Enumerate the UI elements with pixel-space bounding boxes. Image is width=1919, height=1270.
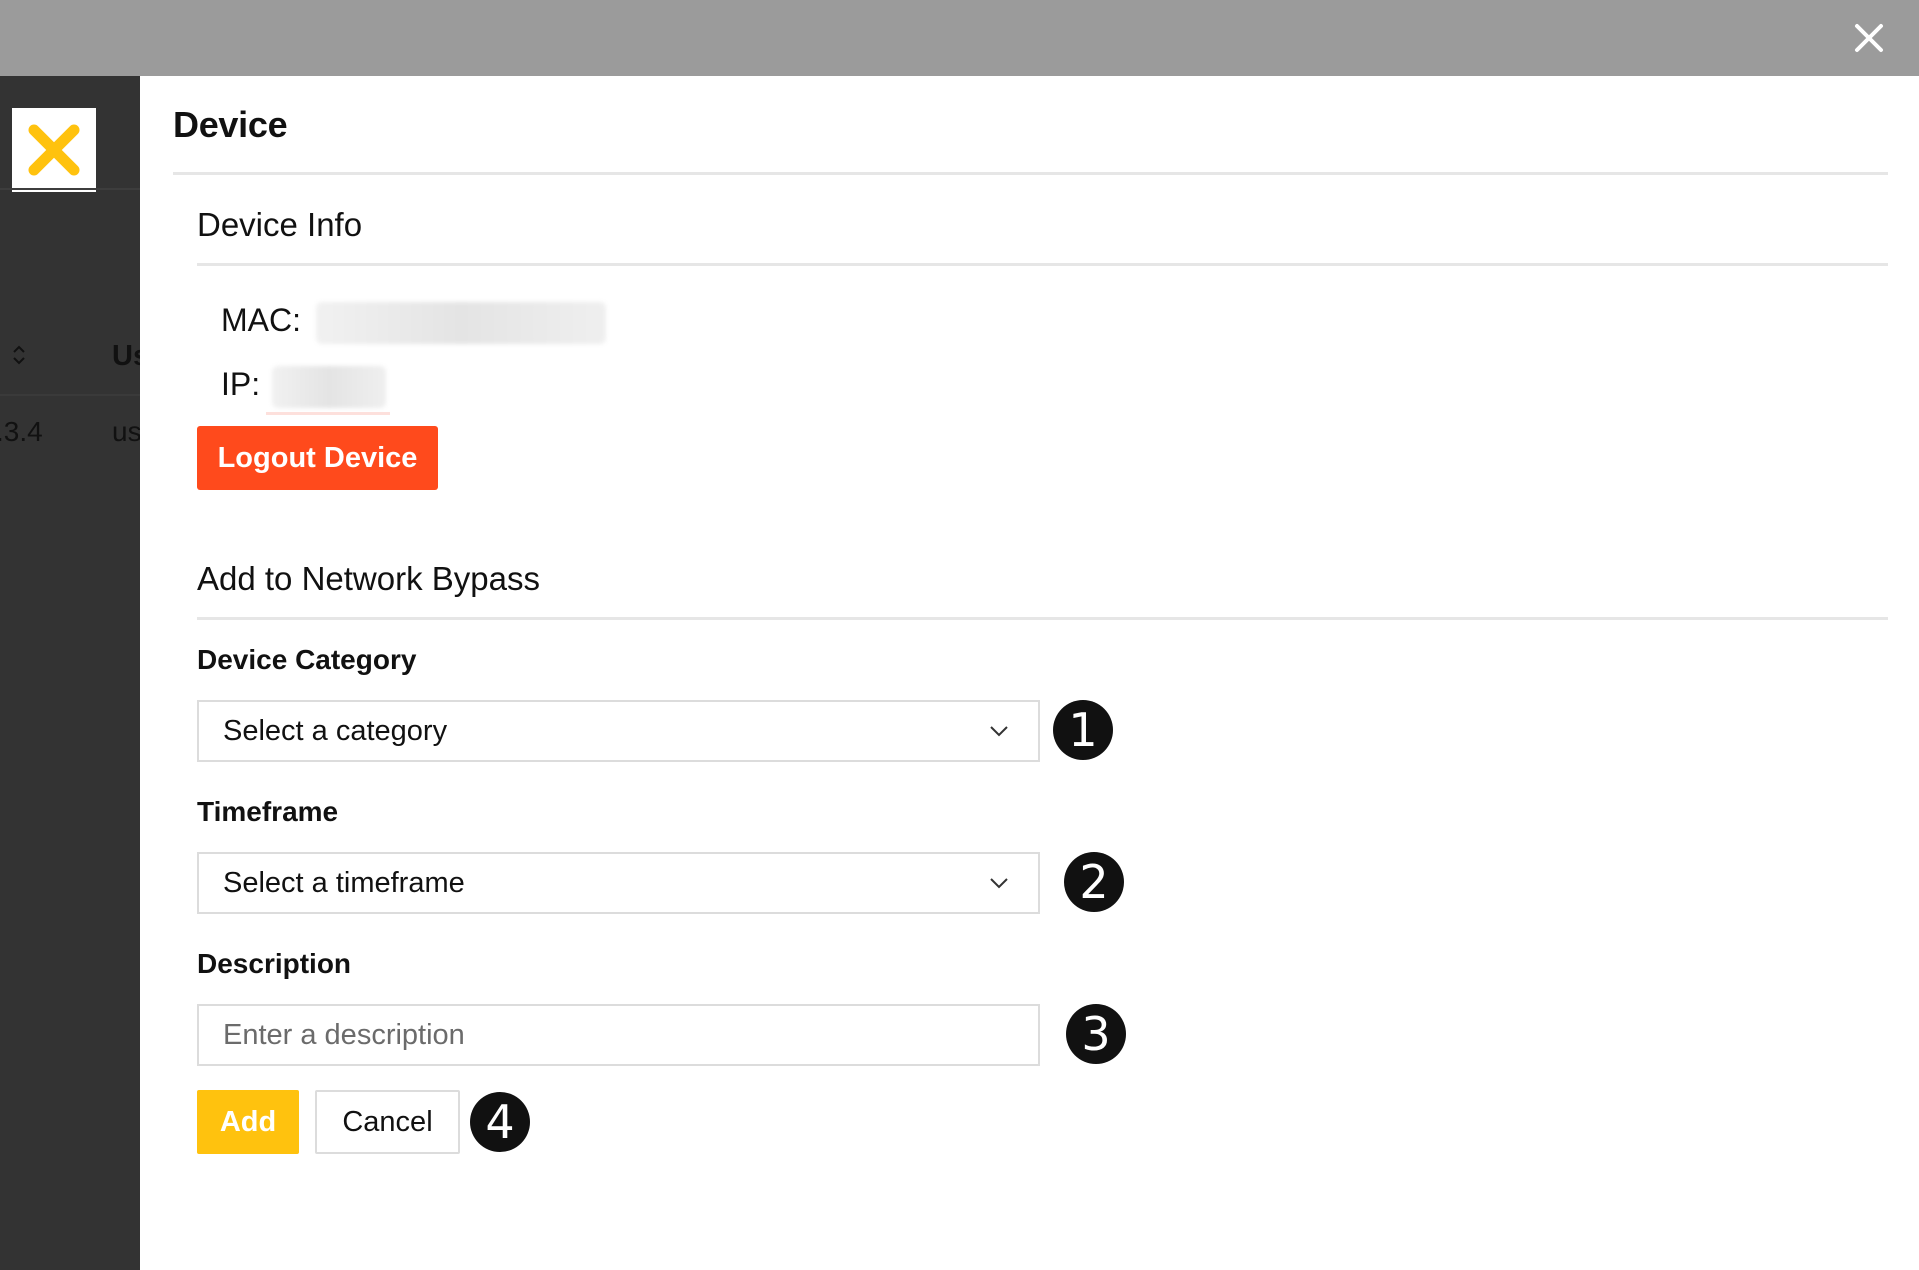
timeframe-label: Timeframe	[197, 796, 339, 827]
background-app: Us .3.4 us	[0, 76, 140, 1270]
callout-badge-1: 1	[1053, 700, 1113, 760]
logo-x-icon	[28, 124, 80, 176]
chevron-down-icon	[990, 726, 1008, 737]
device-panel: Device Device Info MAC: IP: Logout Devic…	[140, 76, 1919, 1270]
mac-value-redacted	[316, 302, 606, 344]
app-logo	[12, 108, 96, 192]
table-column-header: Us	[112, 340, 140, 372]
sort-icon	[13, 345, 25, 365]
panel-title: Device	[173, 104, 288, 145]
callout-badge-4: 4	[470, 1092, 530, 1152]
ip-value-redacted	[272, 366, 386, 408]
table-cell-user: us	[112, 416, 140, 447]
logout-device-button[interactable]: Logout Device	[197, 426, 438, 490]
device-info-title: Device Info	[197, 206, 363, 243]
title-divider	[173, 172, 1888, 175]
description-input[interactable]	[197, 1004, 1040, 1066]
callout-badge-3: 3	[1066, 1004, 1126, 1064]
network-bypass-divider	[197, 617, 1888, 620]
modal-overlay-bar	[0, 0, 1919, 76]
add-button[interactable]: Add	[197, 1090, 299, 1154]
mac-label: MAC:	[221, 302, 301, 338]
device-info-divider	[197, 263, 1888, 266]
device-category-select[interactable]: Select a category	[197, 700, 1040, 762]
ip-value-underline	[266, 412, 390, 415]
table-row-divider	[0, 394, 140, 396]
device-category-label: Device Category	[197, 644, 417, 675]
network-bypass-title: Add to Network Bypass	[197, 560, 540, 597]
cancel-button[interactable]: Cancel	[315, 1090, 460, 1154]
header-divider	[0, 188, 140, 190]
device-category-value: Select a category	[223, 714, 448, 747]
close-icon[interactable]	[1849, 18, 1889, 58]
ip-label: IP:	[221, 366, 261, 402]
table-cell-ip: .3.4	[0, 416, 43, 447]
description-label: Description	[197, 948, 352, 979]
timeframe-select[interactable]: Select a timeframe	[197, 852, 1040, 914]
callout-badge-2: 2	[1064, 852, 1124, 912]
chevron-down-icon	[990, 878, 1008, 889]
timeframe-value: Select a timeframe	[223, 866, 465, 899]
